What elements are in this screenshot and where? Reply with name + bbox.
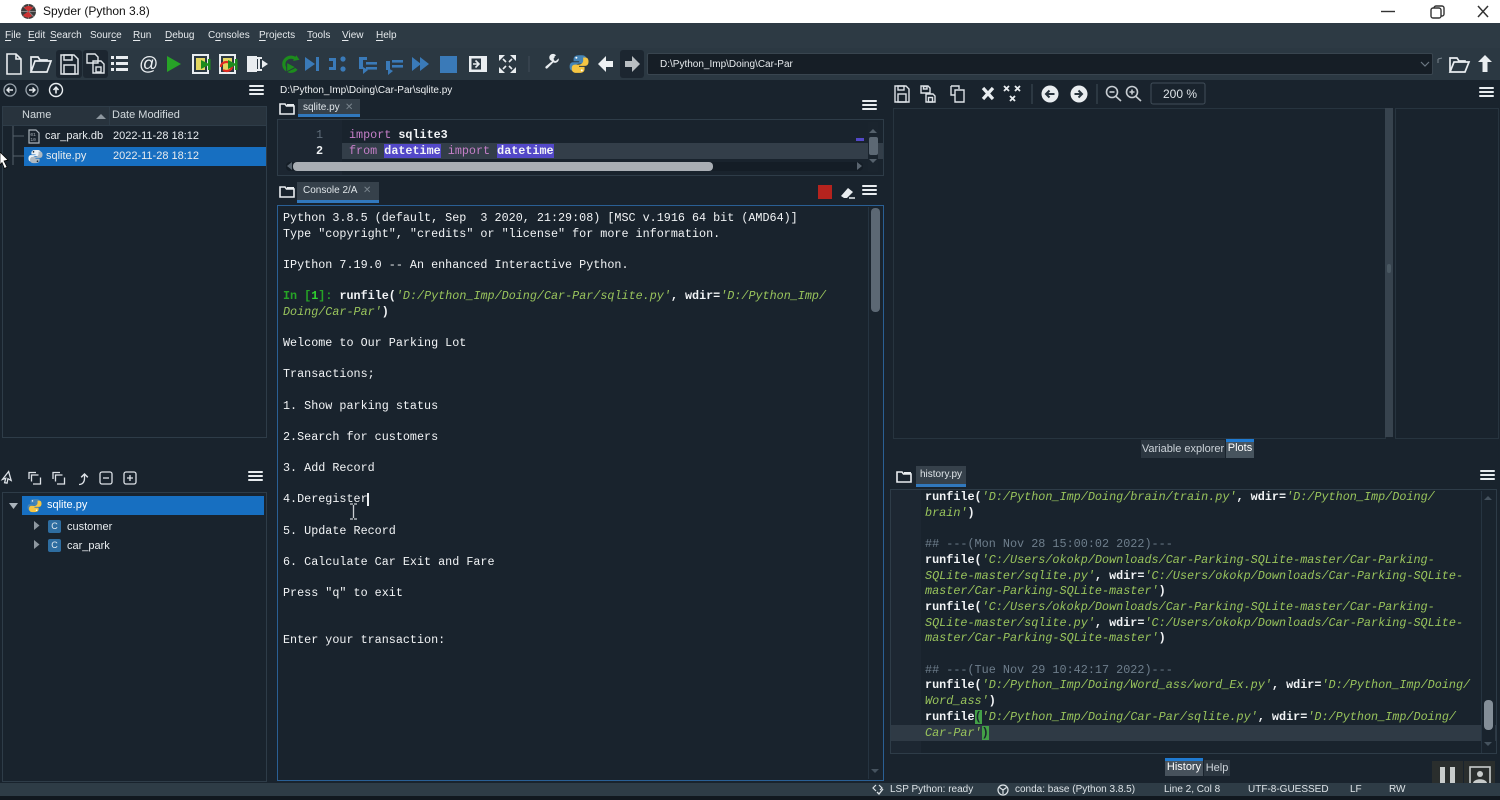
svg-text:@: @ xyxy=(139,54,158,75)
svg-text:10: 10 xyxy=(30,137,36,143)
svg-text:200 %: 200 % xyxy=(1163,87,1197,101)
